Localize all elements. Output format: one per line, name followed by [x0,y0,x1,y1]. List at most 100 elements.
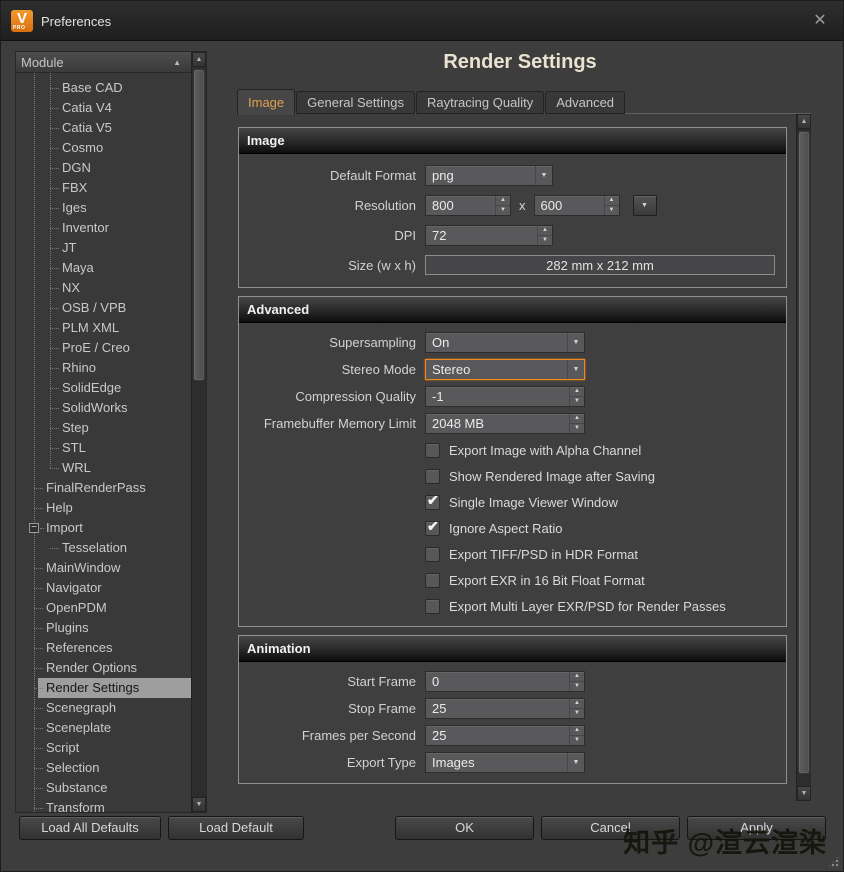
module-tree-item[interactable]: − OpenPDM [16,598,191,618]
checkbox-row[interactable]: ✔ Export Image with Alpha Channel [239,437,786,463]
spin-up-icon[interactable]: ▲ [570,699,584,709]
checkbox-row[interactable]: ✔ Export Multi Layer EXR/PSD for Render … [239,593,786,619]
scroll-up-icon[interactable]: ▲ [192,52,206,67]
scroll-down-icon[interactable]: ▼ [797,786,811,801]
stereo-mode-dropdown[interactable]: Stereo ▼ [425,359,585,380]
spin-up-icon[interactable]: ▲ [496,196,510,206]
checkbox[interactable]: ✔ [425,442,440,458]
module-tree-item[interactable]: − Catia V5 [16,118,191,138]
sort-ascending-icon[interactable]: ▲ [173,58,186,67]
collapse-expander-icon[interactable]: − [29,523,39,533]
spin-up-icon[interactable]: ▲ [570,387,584,397]
spin-up-icon[interactable]: ▲ [570,414,584,424]
module-tree-item[interactable]: − Help [16,498,191,518]
scroll-up-icon[interactable]: ▲ [797,114,811,129]
resize-grip[interactable] [827,855,840,868]
spin-up-icon[interactable]: ▲ [538,226,552,236]
tab[interactable]: Advanced [545,91,626,114]
fps-spinbox[interactable]: 25 ▲ ▼ [425,725,585,746]
compression-quality-spinbox[interactable]: -1 ▲ ▼ [425,386,585,407]
close-icon[interactable]: ✕ [809,10,831,32]
module-tree-item[interactable]: − Sceneplate [16,718,191,738]
spin-down-icon[interactable]: ▼ [570,736,584,745]
module-tree-item[interactable]: − MainWindow [16,558,191,578]
module-tree-item[interactable]: − Cosmo [16,138,191,158]
checkbox[interactable]: ✔ [425,492,440,510]
module-tree-item[interactable]: − NX [16,278,191,298]
module-tree-item[interactable]: − Maya [16,258,191,278]
module-tree-item[interactable]: − Tesselation [16,538,191,558]
module-tree-item[interactable]: − References [16,638,191,658]
tab[interactable]: Raytracing Quality [415,91,545,114]
spin-up-icon[interactable]: ▲ [570,726,584,736]
spin-down-icon[interactable]: ▼ [538,236,552,245]
load-default-button[interactable]: Load Default [168,816,304,840]
module-tree-item[interactable]: − Navigator [16,578,191,598]
start-frame-spinbox[interactable]: 0 ▲ ▼ [425,671,585,692]
panel-scroll-track[interactable] [798,129,810,786]
module-tree-item[interactable]: − SolidWorks [16,398,191,418]
spin-down-icon[interactable]: ▼ [570,709,584,718]
module-tree-item[interactable]: − Substance [16,778,191,798]
dpi-spinbox[interactable]: 72 ▲ ▼ [425,224,553,246]
module-tree-item[interactable]: − Plugins [16,618,191,638]
checkbox-row[interactable]: ✔ Show Rendered Image after Saving [239,463,786,489]
spin-down-icon[interactable]: ▼ [570,682,584,691]
panel-scroll-thumb[interactable] [798,131,810,774]
module-tree-item[interactable]: − ProE / Creo [16,338,191,358]
module-tree-item[interactable]: − Import [16,518,191,538]
module-tree-item[interactable]: − OSB / VPB [16,298,191,318]
scroll-down-icon[interactable]: ▼ [192,797,206,812]
checkbox-row[interactable]: ✔ Export EXR in 16 Bit Float Format [239,567,786,593]
spin-up-icon[interactable]: ▲ [604,196,619,206]
module-tree-item[interactable]: − WRL [16,458,191,478]
module-tree-item[interactable]: − Catia V4 [16,98,191,118]
sidebar-scroll-thumb[interactable] [193,69,205,381]
module-tree-item[interactable]: − Scenegraph [16,698,191,718]
resolution-width-spinbox[interactable]: 800 ▲ ▼ [425,194,511,216]
module-tree-item[interactable]: − Render Options [16,658,191,678]
sidebar-scroll-track[interactable] [193,67,205,797]
tab[interactable]: General Settings [296,91,415,114]
resolution-presets-button[interactable]: ▼ [632,194,657,216]
module-column-header[interactable]: Module ▲ [16,52,191,73]
module-tree-item[interactable]: − DGN [16,158,191,178]
module-tree-item[interactable]: − Step [16,418,191,438]
spin-down-icon[interactable]: ▼ [570,397,584,406]
checkbox[interactable]: ✔ [425,598,440,614]
module-tree-item[interactable]: − STL [16,438,191,458]
tab[interactable]: Image [237,89,296,115]
load-all-defaults-button[interactable]: Load All Defaults [19,816,161,840]
module-tree-item[interactable]: − Rhino [16,358,191,378]
module-tree-item[interactable]: − JT [16,238,191,258]
module-tree-item[interactable]: − Selection [16,758,191,778]
panel-scrollbar[interactable]: ▲ ▼ [796,114,811,801]
stop-frame-spinbox[interactable]: 25 ▲ ▼ [425,698,585,719]
module-tree-item[interactable]: − Transform [16,798,191,812]
module-tree-item[interactable]: − Script [16,738,191,758]
module-tree-item[interactable]: − FinalRenderPass [16,478,191,498]
module-tree-item[interactable]: − PLM XML [16,318,191,338]
module-tree-item[interactable]: − Base CAD [16,78,191,98]
checkbox[interactable]: ✔ [425,572,440,588]
spin-down-icon[interactable]: ▼ [570,424,584,433]
spin-up-icon[interactable]: ▲ [570,672,584,682]
spin-down-icon[interactable]: ▼ [496,206,510,215]
sidebar-scrollbar[interactable]: ▲ ▼ [191,52,206,812]
checkbox[interactable]: ✔ [425,468,440,484]
spin-down-icon[interactable]: ▼ [605,206,619,215]
supersampling-dropdown[interactable]: On ▼ [425,332,585,353]
module-tree-item[interactable]: − Render Settings [16,678,191,698]
resolution-height-spinbox[interactable]: 600 ▲ ▼ [533,194,620,216]
module-tree-item[interactable]: − Inventor [16,218,191,238]
ok-button[interactable]: OK [395,816,534,840]
checkbox[interactable]: ✔ [425,518,440,536]
default-format-dropdown[interactable]: png ▼ [425,164,553,186]
export-type-dropdown[interactable]: Images ▼ [425,752,585,773]
checkbox-row[interactable]: ✔ Ignore Aspect Ratio [239,515,786,541]
module-tree-item[interactable]: − FBX [16,178,191,198]
checkbox-row[interactable]: ✔ Single Image Viewer Window [239,489,786,515]
checkbox-row[interactable]: ✔ Export TIFF/PSD in HDR Format [239,541,786,567]
framebuffer-memory-spinbox[interactable]: 2048 MB ▲ ▼ [425,413,585,434]
module-tree-item[interactable]: − SolidEdge [16,378,191,398]
